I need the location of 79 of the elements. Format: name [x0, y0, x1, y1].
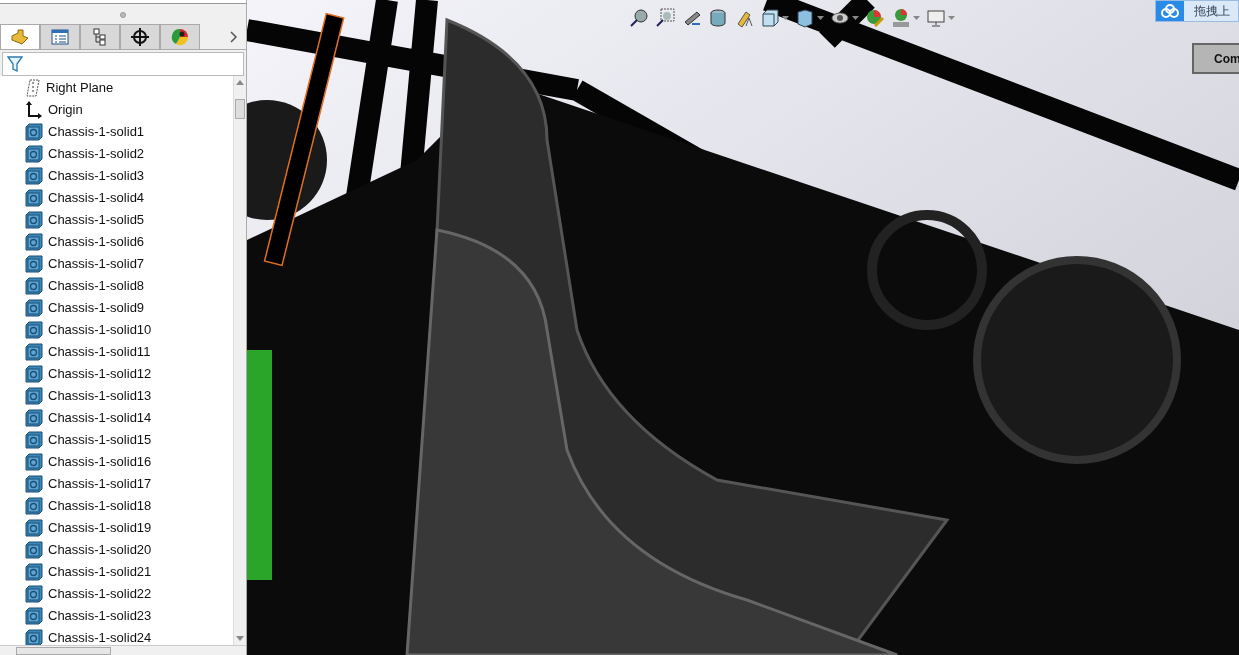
scroll-thumb[interactable]	[16, 646, 111, 655]
tree-item-label[interactable]: Chassis-1-solid10	[48, 320, 152, 340]
tree-item-label[interactable]: Chassis-1-solid15	[48, 430, 152, 450]
crosshair-icon	[131, 28, 149, 46]
solid-body-icon	[25, 497, 43, 515]
solid-body-icon	[25, 629, 43, 645]
tree-item-label[interactable]: Chassis-1-solid8	[48, 276, 145, 296]
edit-appearance-icon[interactable]	[865, 8, 885, 28]
panel-tab[interactable]	[120, 24, 160, 49]
solid-body-icon	[25, 563, 43, 581]
tree-item-label[interactable]: Chassis-1-solid17	[48, 474, 152, 494]
plane-icon	[25, 79, 41, 97]
solid-body-icon	[25, 387, 43, 405]
solid-body-icon	[25, 519, 43, 537]
tree-item-label[interactable]: Chassis-1-solid19	[48, 518, 152, 538]
solid-body-icon	[25, 233, 43, 251]
caret-icon[interactable]	[782, 16, 789, 20]
axis-icon	[25, 101, 43, 119]
scroll-down-icon[interactable]	[236, 636, 244, 641]
tree-item-label[interactable]: Chassis-1-solid7	[48, 254, 145, 274]
solid-body-icon	[25, 409, 43, 427]
list-icon	[51, 29, 69, 45]
tree-item-label[interactable]: Chassis-1-solid12	[48, 364, 152, 384]
monitor-icon[interactable]	[926, 8, 946, 28]
tree-item-label[interactable]: Chassis-1-solid9	[48, 298, 145, 318]
tree-item-label[interactable]: Chassis-1-solid11	[48, 342, 151, 362]
upload-badge-label: 拖拽上	[1194, 3, 1230, 20]
solid-body-icon	[25, 343, 43, 361]
zoom-to-fit-icon[interactable]	[630, 8, 650, 28]
part-icon	[10, 28, 30, 46]
solid-body-icon	[25, 475, 43, 493]
solid-body-icon	[25, 255, 43, 273]
solid-body-icon	[25, 167, 43, 185]
solid-body-icon	[25, 299, 43, 317]
tree-item-label[interactable]: Chassis-1-solid23	[48, 606, 152, 626]
tree-item-label[interactable]: Chassis-1-solid18	[48, 496, 152, 516]
cloud-icon	[1160, 4, 1180, 18]
tree-item-label[interactable]: Chassis-1-solid4	[48, 188, 145, 208]
tree-item-label[interactable]: Chassis-1-solid3	[48, 166, 145, 186]
solid-body-icon	[25, 431, 43, 449]
chevron-right-icon[interactable]	[230, 31, 238, 43]
zoom-area-icon[interactable]	[656, 8, 676, 28]
tree-item-label[interactable]: Right Plane	[46, 78, 114, 98]
scroll-thumb[interactable]	[235, 99, 245, 119]
solid-body-icon	[25, 123, 43, 141]
solid-body-icon	[25, 541, 43, 559]
vertical-scrollbar[interactable]	[233, 76, 246, 645]
solid-body-icon	[25, 321, 43, 339]
solid-body-icon	[25, 211, 43, 229]
filter-icon[interactable]	[7, 55, 23, 73]
tree-item-label[interactable]: Chassis-1-solid22	[48, 584, 152, 604]
hierarchy-icon	[92, 28, 108, 46]
tree-item-label[interactable]: Chassis-1-solid13	[48, 386, 152, 406]
tree-item-label[interactable]: Chassis-1-solid6	[48, 232, 145, 252]
display-style-icon[interactable]	[795, 8, 815, 28]
tree-item-label[interactable]: Chassis-1-solid24	[48, 628, 152, 645]
tree-item-label[interactable]: Chassis-1-solid16	[48, 452, 152, 472]
tree-item-label[interactable]: Chassis-1-solid21	[48, 562, 152, 582]
view-orientation-icon[interactable]	[760, 8, 780, 28]
horizontal-scrollbar[interactable]	[0, 645, 246, 655]
solid-body-icon	[25, 585, 43, 603]
upload-badge[interactable]: 拖拽上	[1155, 0, 1239, 22]
tree-item-label[interactable]: Origin	[48, 100, 83, 120]
tree-item-label[interactable]: Chassis-1-solid2	[48, 144, 145, 164]
solid-body-icon	[25, 277, 43, 295]
tree-item-label[interactable]: Chassis-1-solid14	[48, 408, 152, 428]
panel-tab[interactable]	[160, 24, 200, 49]
tree-item-label[interactable]: Chassis-1-solid5	[48, 210, 145, 230]
solid-body-icon	[25, 145, 43, 163]
scroll-up-icon[interactable]	[236, 80, 244, 85]
tree-item-label[interactable]: Chassis-1-solid20	[48, 540, 152, 560]
color-ball-icon	[171, 28, 189, 46]
solid-body-icon	[25, 189, 43, 207]
panel-tab[interactable]	[80, 24, 120, 49]
solid-body-icon	[25, 607, 43, 625]
solid-body-icon	[25, 453, 43, 471]
tree-item-label[interactable]: Chassis-1-solid1	[48, 122, 145, 142]
splitter-grip-icon[interactable]	[120, 11, 126, 18]
solid-body-icon	[25, 365, 43, 383]
